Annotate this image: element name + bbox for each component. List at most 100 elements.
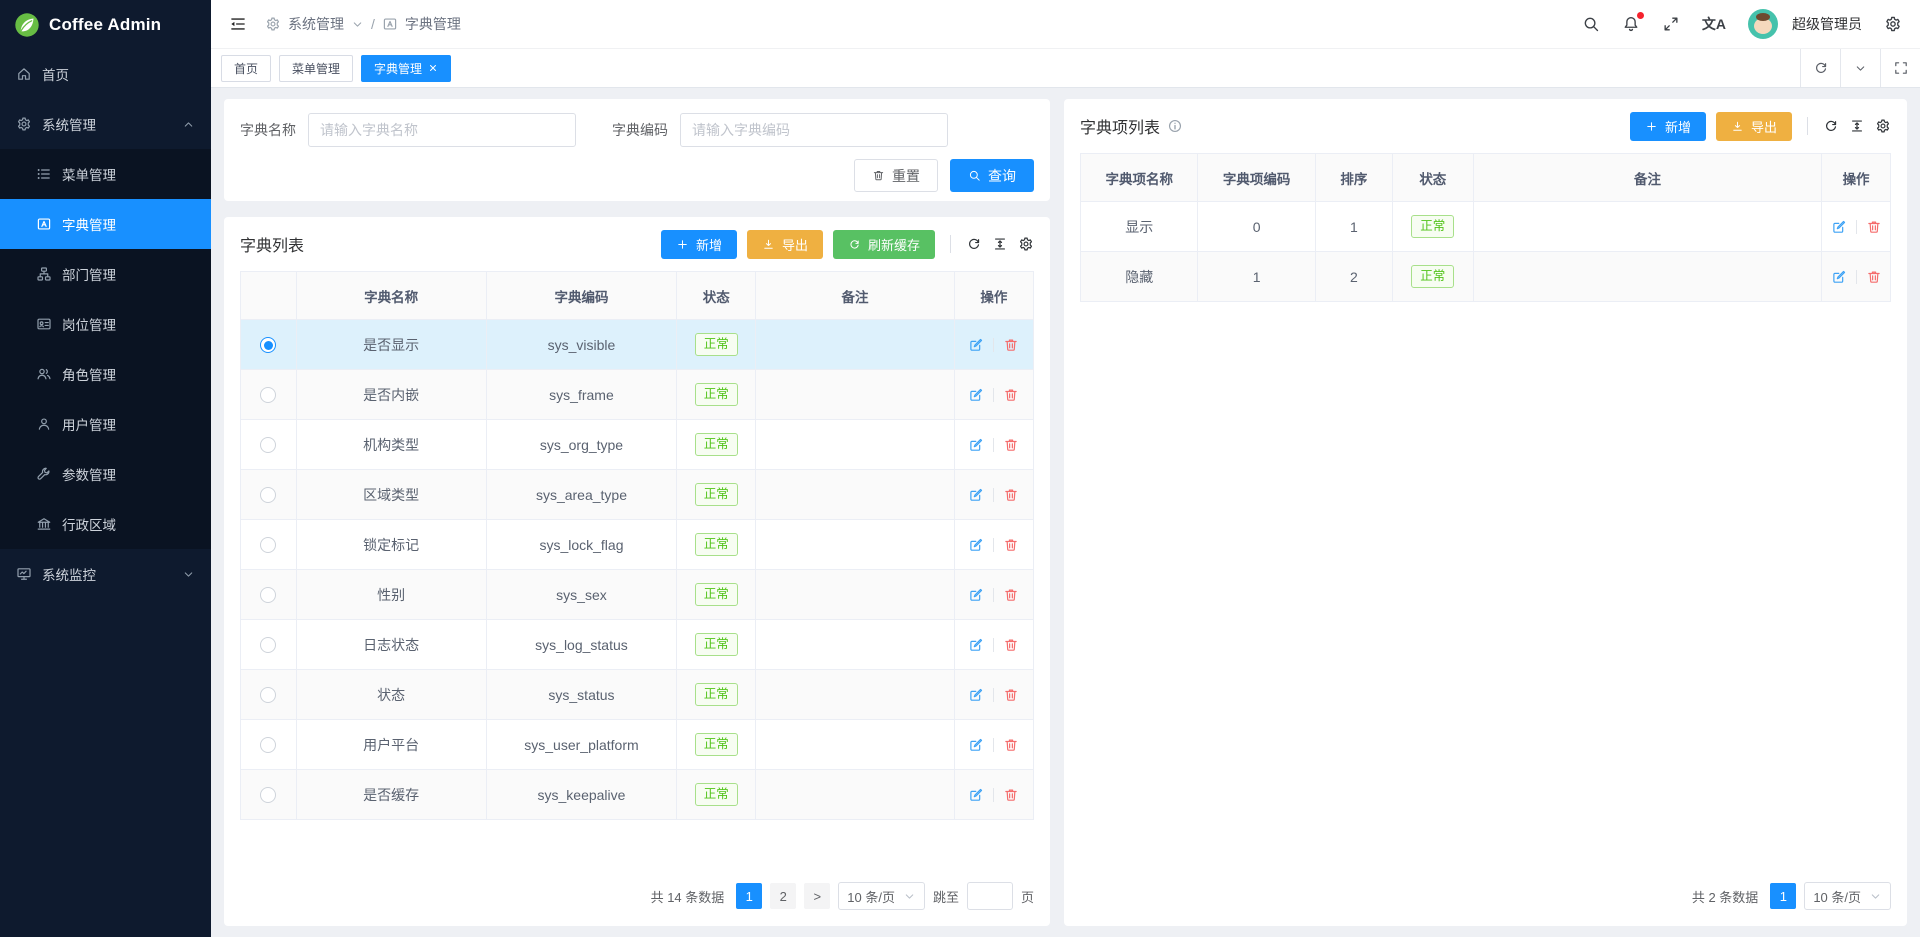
tab-home[interactable]: 首页: [221, 55, 271, 82]
edit-icon[interactable]: [968, 337, 984, 353]
add-button[interactable]: 新增: [661, 230, 737, 259]
delete-icon[interactable]: [1003, 737, 1019, 753]
settings-gear-icon[interactable]: [1884, 15, 1902, 33]
delete-icon[interactable]: [1003, 787, 1019, 803]
row-radio[interactable]: [260, 337, 276, 353]
export-button[interactable]: 导出: [747, 230, 823, 259]
edit-icon[interactable]: [968, 737, 984, 753]
delete-icon[interactable]: [1866, 269, 1882, 285]
page-size-select[interactable]: 10 条/页: [838, 882, 925, 910]
maximize-icon[interactable]: [1880, 49, 1920, 87]
dict-column: 字典名称 字典编码 重置 查询: [224, 99, 1050, 926]
sidebar-item-system-mgmt[interactable]: 系统管理: [0, 99, 211, 149]
row-radio[interactable]: [260, 787, 276, 803]
edit-icon[interactable]: [968, 687, 984, 703]
sidebar-item-dept-mgmt[interactable]: 部门管理: [0, 249, 211, 299]
avatar[interactable]: [1748, 9, 1778, 39]
breadcrumb-parent[interactable]: 系统管理: [288, 14, 344, 34]
notification-bell-icon[interactable]: [1622, 15, 1640, 33]
sidebar-item-home[interactable]: 首页: [0, 49, 211, 99]
row-radio[interactable]: [260, 437, 276, 453]
remark-cell: [1473, 202, 1821, 252]
edit-icon[interactable]: [968, 487, 984, 503]
row-radio[interactable]: [260, 387, 276, 403]
dict-code-cell: sys_frame: [486, 370, 676, 420]
page-1-button[interactable]: 1: [736, 883, 762, 909]
query-button[interactable]: 查询: [950, 159, 1034, 192]
column-settings-gear-icon[interactable]: [1875, 118, 1891, 134]
next-page-button[interactable]: >: [804, 883, 830, 909]
edit-icon[interactable]: [968, 637, 984, 653]
sidebar-item-param-mgmt[interactable]: 参数管理: [0, 449, 211, 499]
tab-menu-mgmt[interactable]: 菜单管理: [279, 55, 353, 82]
search-icon[interactable]: [1582, 15, 1600, 33]
translate-icon[interactable]: 文A: [1702, 14, 1726, 34]
menu-fold-icon[interactable]: [229, 15, 247, 33]
density-icon[interactable]: [1849, 118, 1865, 134]
item-name-cell: 隐藏: [1081, 252, 1198, 302]
row-radio[interactable]: [260, 487, 276, 503]
status-badge: 正常: [695, 583, 738, 607]
edit-icon[interactable]: [1831, 219, 1847, 235]
dict-name-cell: 是否缓存: [296, 770, 486, 820]
row-radio[interactable]: [260, 587, 276, 603]
dict-name-cell: 机构类型: [296, 420, 486, 470]
refresh-table-icon[interactable]: [966, 236, 982, 252]
table-row: 隐藏 1 2 正常: [1081, 252, 1891, 302]
edit-icon[interactable]: [1831, 269, 1847, 285]
refresh-icon[interactable]: [1800, 49, 1840, 87]
delete-icon[interactable]: [1003, 687, 1019, 703]
divider: [993, 638, 994, 652]
dict-name-input[interactable]: [308, 113, 576, 147]
refresh-cache-button[interactable]: 刷新缓存: [833, 230, 935, 259]
tab-dict-mgmt[interactable]: 字典管理: [361, 55, 451, 82]
sidebar-nav: 首页 系统管理 菜单管理 字典管理 部门管理 岗位管理: [0, 49, 211, 599]
username[interactable]: 超级管理员: [1792, 14, 1862, 34]
dict-name-cell: 是否内嵌: [296, 370, 486, 420]
sidebar-item-admin-region[interactable]: 行政区域: [0, 499, 211, 549]
delete-icon[interactable]: [1003, 487, 1019, 503]
close-icon[interactable]: [428, 63, 438, 73]
edit-icon[interactable]: [968, 587, 984, 603]
delete-icon[interactable]: [1003, 537, 1019, 553]
edit-icon[interactable]: [968, 387, 984, 403]
export-item-button[interactable]: 导出: [1716, 112, 1792, 141]
column-settings-gear-icon[interactable]: [1018, 236, 1034, 252]
sidebar-item-post-mgmt[interactable]: 岗位管理: [0, 299, 211, 349]
fullscreen-icon[interactable]: [1662, 15, 1680, 33]
sidebar-item-menu-mgmt[interactable]: 菜单管理: [0, 149, 211, 199]
chevron-down-icon[interactable]: [1840, 49, 1880, 87]
page-1-button[interactable]: 1: [1770, 883, 1796, 909]
refresh-table-icon[interactable]: [1823, 118, 1839, 134]
reset-label: 重置: [892, 166, 920, 186]
dict-code-input[interactable]: [680, 113, 948, 147]
row-radio[interactable]: [260, 537, 276, 553]
row-radio[interactable]: [260, 737, 276, 753]
dict-name-cell: 锁定标记: [296, 520, 486, 570]
add-item-button[interactable]: 新增: [1630, 112, 1706, 141]
density-icon[interactable]: [992, 236, 1008, 252]
sidebar-item-user-mgmt[interactable]: 用户管理: [0, 399, 211, 449]
edit-icon[interactable]: [968, 437, 984, 453]
edit-icon[interactable]: [968, 787, 984, 803]
table-row: 机构类型 sys_org_type 正常: [241, 420, 1034, 470]
row-radio[interactable]: [260, 637, 276, 653]
edit-icon[interactable]: [968, 537, 984, 553]
delete-icon[interactable]: [1003, 587, 1019, 603]
page-size-select[interactable]: 10 条/页: [1804, 882, 1891, 910]
divider: [993, 388, 994, 402]
sidebar-item-role-mgmt[interactable]: 角色管理: [0, 349, 211, 399]
sidebar-item-dict-mgmt[interactable]: 字典管理: [0, 199, 211, 249]
delete-icon[interactable]: [1003, 437, 1019, 453]
jump-page-input[interactable]: [967, 882, 1013, 910]
row-radio[interactable]: [260, 687, 276, 703]
delete-icon[interactable]: [1003, 637, 1019, 653]
delete-icon[interactable]: [1866, 219, 1882, 235]
page-2-button[interactable]: 2: [770, 883, 796, 909]
sidebar-item-system-monitor[interactable]: 系统监控: [0, 549, 211, 599]
divider: [993, 338, 994, 352]
reset-button[interactable]: 重置: [854, 159, 938, 192]
delete-icon[interactable]: [1003, 337, 1019, 353]
delete-icon[interactable]: [1003, 387, 1019, 403]
table-row: 区域类型 sys_area_type 正常: [241, 470, 1034, 520]
